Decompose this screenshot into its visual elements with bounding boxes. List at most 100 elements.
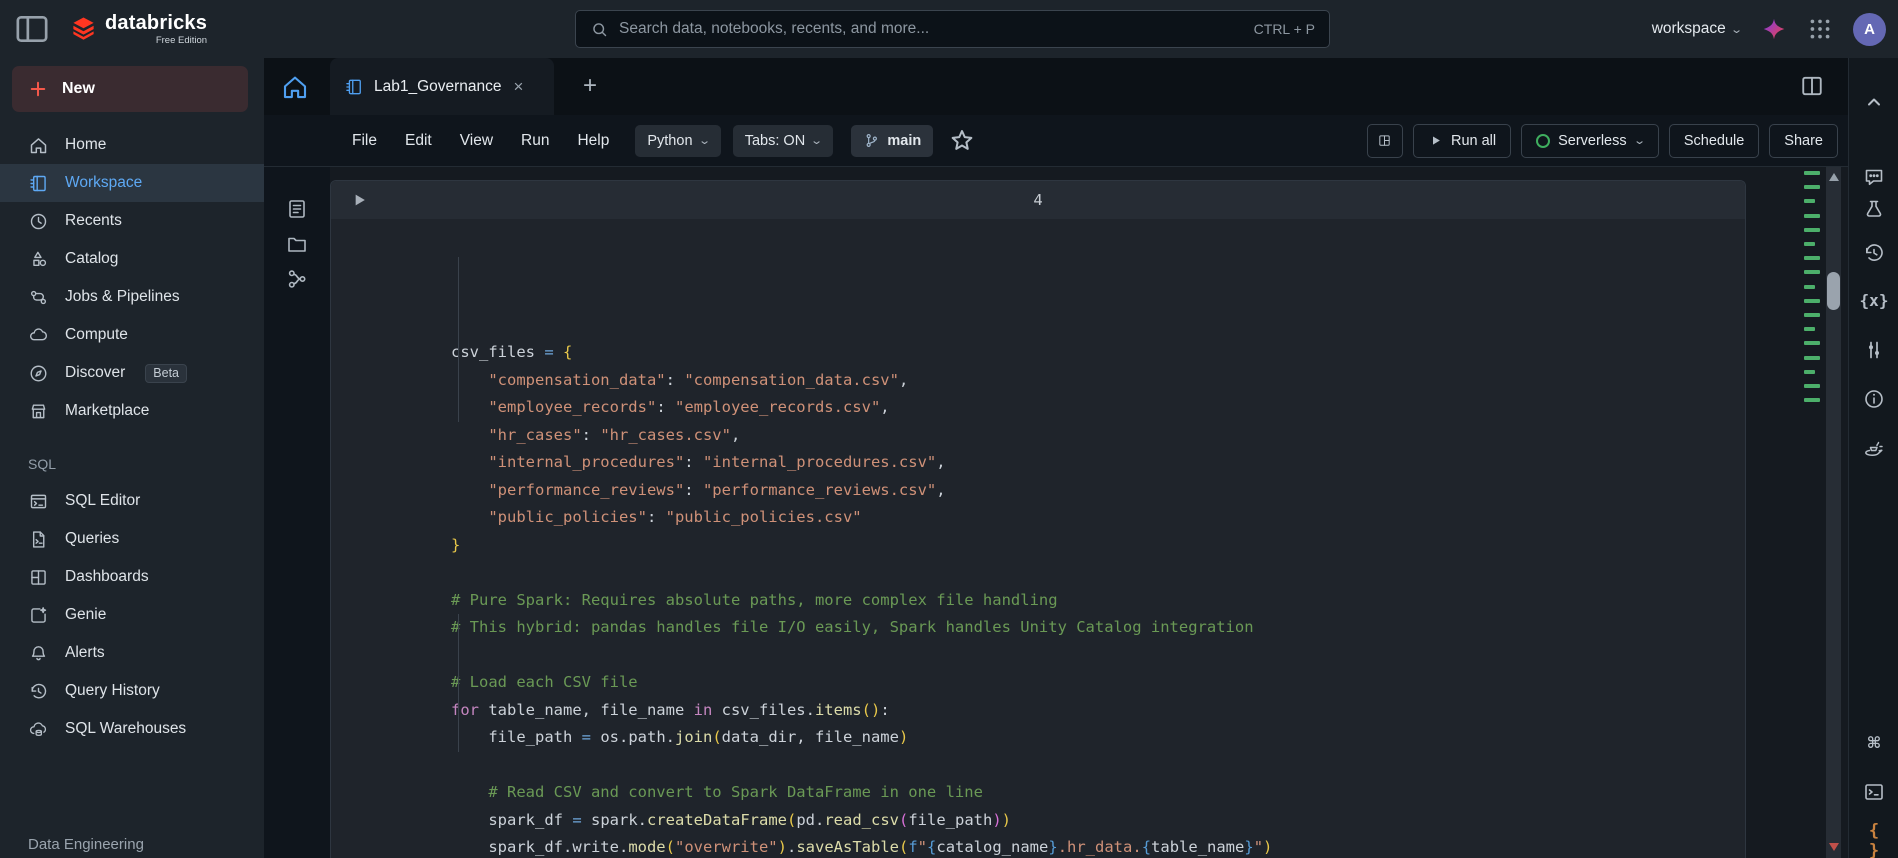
code-line: "performance_reviews": "performance_revi… xyxy=(488,480,946,499)
sidebar-item-home[interactable]: Home xyxy=(0,126,264,164)
layout-view-icon[interactable] xyxy=(1366,123,1403,158)
experiments-icon[interactable] xyxy=(1862,197,1886,221)
serverless-status-icon xyxy=(1536,133,1551,148)
sidebar-item-jobs-pipelines[interactable]: Jobs & Pipelines xyxy=(0,278,264,316)
menu-view[interactable]: View xyxy=(460,132,493,150)
diff-added-marker xyxy=(1804,171,1820,175)
settings-icon[interactable] xyxy=(1862,338,1886,362)
code-line: # Pure Spark: Requires absolute paths, m… xyxy=(451,590,1058,609)
git-branch-button[interactable]: main xyxy=(851,124,934,157)
folder-icon[interactable] xyxy=(285,232,309,256)
databricks-logo[interactable]: databricks Free Edition xyxy=(70,12,207,46)
new-button[interactable]: New xyxy=(12,66,248,112)
app-switcher-grid-icon[interactable] xyxy=(1807,16,1833,42)
scroll-down-icon[interactable] xyxy=(1829,843,1839,851)
sidebar-item-recents[interactable]: Recents xyxy=(0,202,264,240)
diff-added-marker xyxy=(1804,384,1820,388)
schedule-button[interactable]: Schedule xyxy=(1668,123,1760,158)
code-editor[interactable]: csv_files = { "compensation_data": "comp… xyxy=(331,219,1745,858)
global-search-input[interactable]: Search data, notebooks, recents, and mor… xyxy=(575,10,1330,48)
search-placeholder: Search data, notebooks, recents, and mor… xyxy=(619,20,930,37)
diff-added-marker xyxy=(1804,355,1820,360)
sidebar-item-compute[interactable]: Compute xyxy=(0,316,264,354)
favorite-star-icon[interactable] xyxy=(947,126,977,156)
workspace-icon xyxy=(28,173,49,194)
info-icon[interactable] xyxy=(1862,387,1886,411)
menu-help[interactable]: Help xyxy=(577,132,609,150)
scrollbar[interactable] xyxy=(1826,167,1841,858)
version-history-icon[interactable] xyxy=(1862,241,1886,265)
assistant-sparkle-icon[interactable] xyxy=(1761,16,1787,42)
comment-icon[interactable] xyxy=(1862,165,1886,189)
tab-lab1-governance[interactable]: Lab1_Governance × xyxy=(330,58,554,115)
git-branch-icon xyxy=(863,132,880,149)
terminal-icon[interactable] xyxy=(1862,780,1886,804)
sidebar-item-label: Workspace xyxy=(65,174,143,191)
run-all-label: Run all xyxy=(1450,132,1497,149)
diff-added-marker xyxy=(1804,199,1815,204)
chevron-down-icon: ⌄ xyxy=(1729,23,1743,36)
git-branch-label: main xyxy=(887,132,922,149)
diff-added-marker xyxy=(1804,284,1815,289)
notebook-canvas: 4 csv_files = { "compensation_data": "co… xyxy=(330,167,1800,858)
code-line: for table_name, file_name in csv_files.i… xyxy=(451,700,890,719)
menu-bar: File Edit View Run Help xyxy=(352,132,609,150)
schema-icon[interactable] xyxy=(285,267,309,291)
databricks-app: databricks Free Edition Search data, not… xyxy=(0,0,1898,858)
sidebar-item-dashboards[interactable]: Dashboards xyxy=(0,558,264,596)
split-glyph xyxy=(1798,72,1826,100)
code-line: "compensation_data": "compensation_data.… xyxy=(488,370,909,389)
sidebar-item-alerts[interactable]: Alerts xyxy=(0,634,264,672)
sidebar-item-discover[interactable]: Discover Beta xyxy=(0,354,264,392)
chevron-up-icon[interactable] xyxy=(1862,90,1886,114)
close-tab-icon[interactable]: × xyxy=(514,77,524,97)
home-tab-icon[interactable] xyxy=(280,72,310,102)
shortcuts-icon[interactable]: ⌘ xyxy=(1862,731,1886,755)
tabs-toggle[interactable]: Tabs: ON ⌄ xyxy=(732,124,834,157)
sidebar-item-label: SQL Editor xyxy=(65,492,141,509)
split-view-icon[interactable] xyxy=(1798,72,1826,100)
run-all-button[interactable]: Run all xyxy=(1412,123,1512,158)
user-avatar[interactable]: A xyxy=(1853,12,1886,46)
sidebar-item-catalog[interactable]: Catalog xyxy=(0,240,264,278)
dashboards-icon xyxy=(28,567,49,588)
sidebar-item-label: Marketplace xyxy=(65,402,150,419)
share-button[interactable]: Share xyxy=(1769,123,1838,158)
variables-icon[interactable]: {x} xyxy=(1860,288,1889,312)
workspace-switcher[interactable]: workspace ⌄ xyxy=(1652,20,1743,38)
new-tab-button[interactable]: + xyxy=(574,70,606,102)
code-cell[interactable]: 4 csv_files = { "compensation_data": "co… xyxy=(330,180,1746,858)
alerts-icon xyxy=(28,643,49,664)
sidebar-item-label: Compute xyxy=(65,326,128,343)
right-icon-panel: {x} ⌘ { } xyxy=(1848,58,1898,858)
sidebar-collapse-icon[interactable] xyxy=(12,9,52,49)
scrollbar-thumb[interactable] xyxy=(1827,272,1840,310)
sidebar-item-queries[interactable]: Queries xyxy=(0,520,264,558)
sidebar-item-marketplace[interactable]: Marketplace xyxy=(0,392,264,430)
schedule-label: Schedule xyxy=(1683,132,1745,149)
sidebar-item-sql-editor[interactable]: SQL Editor xyxy=(0,482,264,520)
sidebar-item-label: Recents xyxy=(65,212,122,229)
menu-edit[interactable]: Edit xyxy=(405,132,432,150)
tabs-toggle-label: Tabs: ON xyxy=(744,132,806,149)
diff-added-marker xyxy=(1804,398,1820,403)
code-line: # Read CSV and convert to Spark DataFram… xyxy=(488,783,983,801)
diff-added-marker xyxy=(1804,298,1820,303)
sidebar-item-genie[interactable]: Genie xyxy=(0,596,264,634)
sidebar-item-label: Dashboards xyxy=(65,568,149,585)
genie-lamp-icon[interactable] xyxy=(1862,436,1886,460)
sidebar-nav-sql: SQL Editor Queries Dashboards Genie Alerts Qu… xyxy=(0,482,264,748)
braces-icon[interactable]: { } xyxy=(1862,821,1886,858)
language-selector[interactable]: Python ⌄ xyxy=(635,124,721,157)
diff-added-marker xyxy=(1804,185,1820,190)
top-bar: databricks Free Edition Search data, not… xyxy=(0,0,1898,58)
scroll-up-icon[interactable] xyxy=(1829,173,1839,181)
sidebar-item-sql-warehouses[interactable]: SQL Warehouses xyxy=(0,710,264,748)
compute-selector[interactable]: Serverless ⌄ xyxy=(1521,123,1659,158)
sidebar-item-query-history[interactable]: Query History xyxy=(0,672,264,710)
sidebar-item-workspace[interactable]: Workspace xyxy=(0,164,264,202)
menu-file[interactable]: File xyxy=(352,132,377,150)
menu-run[interactable]: Run xyxy=(521,132,549,150)
search-shortcut-hint: CTRL + P xyxy=(1253,21,1315,37)
table-of-contents-icon[interactable] xyxy=(285,197,309,221)
